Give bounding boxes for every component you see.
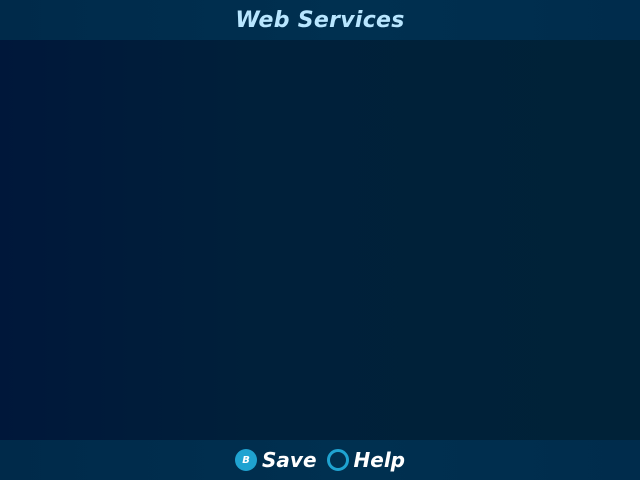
web-services-screen: Web Services B Save Help <box>0 0 640 480</box>
circle-button-icon <box>326 449 349 471</box>
content-area <box>0 40 640 440</box>
help-label: Help <box>353 448 405 472</box>
b-button-icon: B <box>235 449 257 471</box>
save-button[interactable]: B Save <box>235 448 317 472</box>
save-label: Save <box>262 448 317 472</box>
button-hint-bar: B Save Help <box>0 440 640 480</box>
title-bar: Web Services <box>0 0 640 40</box>
help-button[interactable]: Help <box>326 448 405 472</box>
page-title: Web Services <box>235 7 405 33</box>
